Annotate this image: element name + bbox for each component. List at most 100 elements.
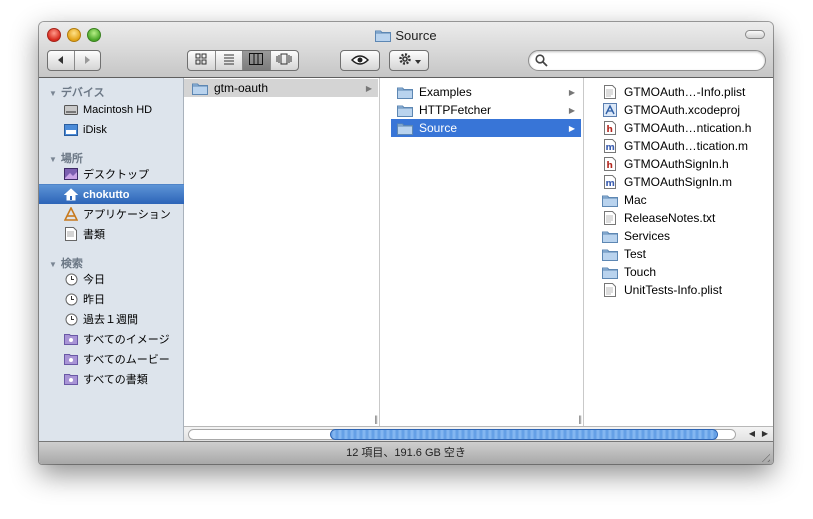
action-menu-button[interactable] [389,50,429,71]
column-view-button[interactable] [243,51,271,70]
view-mode-switcher [187,50,299,71]
column-item-gtmoauthsignin-h[interactable]: h GTMOAuthSignIn.h [584,155,729,173]
icon-view-icon [195,53,207,68]
search-field[interactable] [528,50,766,71]
finder-window: Source ▼ デバイス Macintosh HD iDisk ▼ 場所 デス… [39,22,773,464]
idisk-icon [63,122,79,138]
column-item-gtmoauthentication-m[interactable]: m GTMOAuth…tication.m [584,137,748,155]
scroll-right-arrow-icon[interactable]: ▶ [762,429,768,438]
text-file-icon [602,210,618,226]
column-item-gtm-oauth[interactable]: gtm-oauth ▶ [184,79,378,97]
disclosure-triangle-icon: ▼ [49,155,57,164]
disclosure-triangle-icon: ▼ [49,260,57,269]
column-item-services[interactable]: Services [584,227,670,245]
disclosure-arrow-icon: ▶ [568,105,575,115]
column-item-mac[interactable]: Mac [584,191,647,209]
column-item-unittests-info-plist[interactable]: UnitTests-Info.plist [584,281,722,299]
xcodeproj-icon [602,102,618,118]
nav-buttons [47,50,101,71]
column-item-examples[interactable]: Examples ▶ [380,83,581,101]
sidebar-header-devices[interactable]: ▼ デバイス [49,84,105,100]
window-title: Source [39,28,773,45]
folder-icon [397,102,413,118]
column-view-icon [249,53,264,68]
sidebar-item-desktop[interactable]: デスクトップ [39,164,184,184]
sidebar-item-macintosh-hd[interactable]: Macintosh HD [39,100,184,120]
folder-icon [375,29,392,45]
desktop-icon [63,166,79,182]
coverflow-view-button[interactable] [271,51,298,70]
sidebar-item-all-images[interactable]: すべてのイメージ [39,329,184,349]
sidebar-item-past-week[interactable]: 過去１週間 [39,309,184,329]
status-bar: 12 項目、191.6 GB 空き [39,441,773,464]
smart-folder-icon [63,351,79,367]
sidebar-item-documents[interactable]: 書類 [39,224,184,244]
back-button[interactable] [48,51,75,70]
list-view-button[interactable] [216,51,243,70]
column-item-releasenotes-txt[interactable]: ReleaseNotes.txt [584,209,715,227]
column-item-gtmoauthsignin-m[interactable]: m GTMOAuthSignIn.m [584,173,732,191]
harddisk-icon [63,102,79,118]
toolbar-toggle-button[interactable] [745,30,765,39]
forward-button[interactable] [75,51,101,70]
column-item-test[interactable]: Test [584,245,646,263]
sidebar-item-idisk[interactable]: iDisk [39,120,184,140]
sidebar-item-today[interactable]: 今日 [39,269,184,289]
applications-icon [63,206,79,222]
forward-arrow-icon [82,54,92,68]
column-item-source[interactable]: Source ▶ [391,119,581,137]
sidebar-item-applications[interactable]: アプリケーション [39,204,184,224]
sidebar-item-chokutto[interactable]: chokutto [39,184,184,204]
sidebar-item-yesterday[interactable]: 昨日 [39,289,184,309]
svg-text:h: h [607,161,613,171]
smart-folder-icon [63,371,79,387]
svg-text:h: h [607,125,613,135]
folder-icon [602,228,618,244]
quicklook-button[interactable] [340,50,380,71]
toolbar: Source [39,22,773,78]
sidebar: ▼ デバイス Macintosh HD iDisk ▼ 場所 デスクトップ chok… [39,78,184,441]
column-item-gtmoauthentication-h[interactable]: h GTMOAuth…ntication.h [584,119,751,137]
back-arrow-icon [56,54,66,68]
folder-icon [602,264,618,280]
gear-icon [398,52,412,69]
smart-folder-icon [63,331,79,347]
column-resize-handle[interactable]: || [374,414,378,424]
folder-icon [397,84,413,100]
home-icon [63,187,79,203]
chevron-down-icon [414,54,421,68]
search-input[interactable] [551,53,756,68]
folder-icon [602,192,618,208]
disclosure-arrow-icon: ▶ [568,87,575,97]
scrollbar-thumb[interactable] [330,429,718,440]
browser-column-3: GTMOAuth…-Info.plist GTMOAuth.xcodeproj … [584,78,773,426]
svg-text:m: m [606,143,615,153]
svg-text:m: m [606,179,615,189]
window-title-text: Source [395,28,437,43]
resize-handle-icon[interactable] [758,450,770,462]
sidebar-item-all-documents[interactable]: すべての書類 [39,369,184,389]
sidebar-item-all-movies[interactable]: すべてのムービー [39,349,184,369]
header-file-icon: h [602,120,618,136]
documents-icon [63,226,79,242]
horizontal-scrollbar[interactable]: ◀ ▶ [184,426,773,441]
browser-column-2: Examples ▶ HTTPFetcher ▶ Source ▶ || [380,78,584,426]
disclosure-triangle-icon: ▼ [49,89,57,98]
icon-view-button[interactable] [188,51,216,70]
column-item-touch[interactable]: Touch [584,263,656,281]
plist-file-icon [602,84,618,100]
clock-icon [63,311,79,327]
column-item-gtmoauth-info-plist[interactable]: GTMOAuth…-Info.plist [584,83,745,101]
disclosure-arrow-icon: ▶ [365,83,372,93]
source-file-icon: m [602,174,618,190]
column-resize-handle[interactable]: || [578,414,582,424]
folder-icon [192,80,208,96]
scroll-left-arrow-icon[interactable]: ◀ [749,429,755,438]
status-text: 12 項目、191.6 GB 空き [346,447,466,459]
disclosure-arrow-icon: ▶ [568,123,575,133]
plist-file-icon [602,282,618,298]
column-item-httpfetcher[interactable]: HTTPFetcher ▶ [380,101,581,119]
folder-icon [397,120,413,136]
column-item-gtmoauth-xcodeproj[interactable]: GTMOAuth.xcodeproj [584,101,740,119]
header-file-icon: h [602,156,618,172]
